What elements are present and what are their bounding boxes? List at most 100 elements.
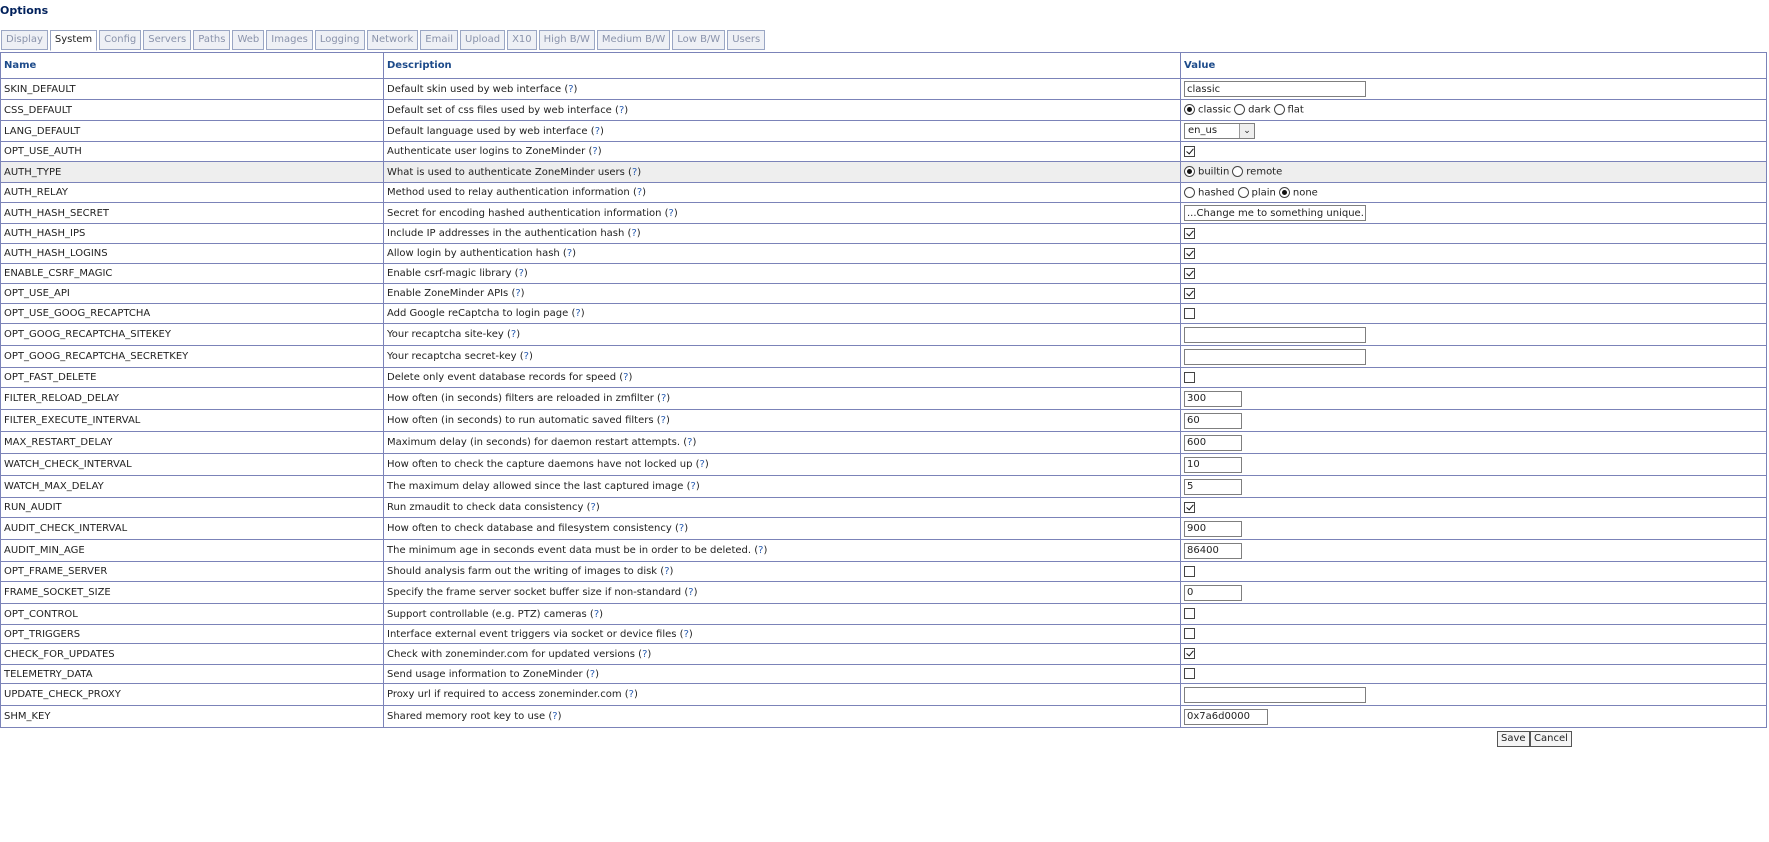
opt-fast-delete-checkbox[interactable] xyxy=(1184,371,1195,383)
help-link[interactable]: ? xyxy=(687,437,692,448)
help-link[interactable]: ? xyxy=(594,609,599,620)
tab-servers[interactable]: Servers xyxy=(143,30,192,50)
help-link[interactable]: ? xyxy=(688,587,693,598)
opt-goog-recaptcha-secretkey-input[interactable] xyxy=(1184,348,1366,365)
help-link[interactable]: ? xyxy=(684,629,689,640)
tab-medium-b-w[interactable]: Medium B/W xyxy=(596,30,671,50)
radio-label: flat xyxy=(1287,104,1304,116)
option-description: How often (in seconds) to run automatic … xyxy=(383,409,1181,432)
help-link[interactable]: ? xyxy=(629,689,634,700)
help-link[interactable]: ? xyxy=(669,208,674,219)
radio-label: remote xyxy=(1246,166,1283,178)
tab-upload[interactable]: Upload xyxy=(460,30,506,50)
opt-use-auth-checkbox[interactable] xyxy=(1184,145,1195,157)
save-button[interactable]: Save xyxy=(1497,731,1530,747)
cancel-button[interactable]: Cancel xyxy=(1530,731,1572,747)
opt-triggers-checkbox[interactable] xyxy=(1184,628,1195,640)
tab-users[interactable]: Users xyxy=(727,30,766,50)
radio-button[interactable] xyxy=(1184,104,1195,116)
radio-button[interactable] xyxy=(1278,186,1290,198)
watch-check-interval-input[interactable] xyxy=(1184,456,1242,473)
radio-option-flat[interactable]: flat xyxy=(1273,104,1304,116)
auth-hash-logins-checkbox[interactable] xyxy=(1184,247,1195,259)
help-link[interactable]: ? xyxy=(619,105,624,116)
help-link[interactable]: ? xyxy=(664,566,669,577)
help-link[interactable]: ? xyxy=(758,545,763,556)
tab-email[interactable]: Email xyxy=(420,30,459,50)
help-link[interactable]: ? xyxy=(511,329,516,340)
skin-default-input[interactable] xyxy=(1184,81,1366,97)
help-link[interactable]: ? xyxy=(519,268,524,279)
radio-button[interactable] xyxy=(1184,166,1195,178)
help-link[interactable]: ? xyxy=(632,167,637,178)
radio-button[interactable] xyxy=(1184,186,1195,198)
opt-frame-server-checkbox[interactable] xyxy=(1184,565,1195,577)
language-select[interactable]: en_us ⌄ xyxy=(1184,123,1255,139)
radio-option-hashed[interactable]: hashed xyxy=(1184,186,1235,198)
help-link[interactable]: ? xyxy=(568,84,573,95)
help-link[interactable]: ? xyxy=(623,372,628,383)
help-link[interactable]: ? xyxy=(642,649,647,660)
help-link[interactable]: ? xyxy=(552,711,557,722)
radio-button[interactable] xyxy=(1273,104,1285,116)
tab-x10[interactable]: X10 xyxy=(507,30,537,50)
max-restart-delay-input[interactable] xyxy=(1184,434,1242,451)
help-link[interactable]: ? xyxy=(591,502,596,513)
opt-goog-recaptcha-sitekey-input[interactable] xyxy=(1184,326,1366,343)
tab-display[interactable]: Display xyxy=(1,30,48,50)
filter-execute-interval-input[interactable] xyxy=(1184,412,1242,429)
check-for-updates-checkbox[interactable] xyxy=(1184,648,1195,660)
audit-check-interval-input[interactable] xyxy=(1184,520,1242,537)
tab-system[interactable]: System xyxy=(49,30,98,51)
opt-use-goog-recaptcha-checkbox[interactable] xyxy=(1184,307,1195,319)
tab-web[interactable]: Web xyxy=(232,30,265,50)
tab-config[interactable]: Config xyxy=(99,30,142,50)
radio-button[interactable] xyxy=(1234,104,1246,116)
help-link[interactable]: ? xyxy=(595,126,600,137)
help-link[interactable]: ? xyxy=(637,187,642,198)
tab-images[interactable]: Images xyxy=(266,30,313,50)
help-link[interactable]: ? xyxy=(590,669,595,680)
help-link[interactable]: ? xyxy=(592,146,597,157)
description-text: Add Google reCaptcha to login page xyxy=(387,308,569,319)
chevron-down-icon[interactable]: ⌄ xyxy=(1239,124,1254,138)
help-link[interactable]: ? xyxy=(575,308,580,319)
description-text: Default language used by web interface xyxy=(387,125,588,137)
frame-socket-size-input[interactable] xyxy=(1184,584,1242,601)
radio-option-builtin[interactable]: builtin xyxy=(1184,166,1229,178)
radio-option-classic[interactable]: classic xyxy=(1184,104,1231,116)
audit-min-age-input[interactable] xyxy=(1184,542,1242,559)
tab-low-b-w[interactable]: Low B/W xyxy=(672,30,726,50)
radio-option-none[interactable]: none xyxy=(1278,186,1318,198)
opt-use-api-checkbox[interactable] xyxy=(1184,287,1195,299)
help-link[interactable]: ? xyxy=(679,523,684,534)
help-link[interactable]: ? xyxy=(515,288,520,299)
help-link[interactable]: ? xyxy=(567,248,572,259)
opt-control-checkbox[interactable] xyxy=(1184,608,1195,620)
telemetry-data-checkbox[interactable] xyxy=(1184,668,1195,680)
auth-hash-secret-input[interactable] xyxy=(1184,205,1366,221)
radio-button[interactable] xyxy=(1232,166,1244,178)
shm-key-input[interactable] xyxy=(1184,708,1268,725)
tab-paths[interactable]: Paths xyxy=(193,30,231,50)
option-name: OPT_USE_API xyxy=(0,283,384,304)
help-link[interactable]: ? xyxy=(524,351,529,362)
filter-reload-delay-input[interactable] xyxy=(1184,390,1242,407)
auth-hash-ips-checkbox[interactable] xyxy=(1184,227,1195,239)
watch-max-delay-input[interactable] xyxy=(1184,478,1242,495)
radio-option-plain[interactable]: plain xyxy=(1237,186,1276,198)
tab-high-b-w[interactable]: High B/W xyxy=(538,30,595,50)
tab-network[interactable]: Network xyxy=(366,30,419,50)
update-check-proxy-input[interactable] xyxy=(1184,686,1366,703)
radio-option-remote[interactable]: remote xyxy=(1232,166,1282,178)
help-link[interactable]: ? xyxy=(661,393,666,404)
help-link[interactable]: ? xyxy=(700,459,705,470)
enable-csrf-magic-checkbox[interactable] xyxy=(1184,267,1195,279)
radio-option-dark[interactable]: dark xyxy=(1234,104,1271,116)
help-link[interactable]: ? xyxy=(691,481,696,492)
run-audit-checkbox[interactable] xyxy=(1184,501,1195,513)
help-link[interactable]: ? xyxy=(661,415,666,426)
radio-button[interactable] xyxy=(1237,186,1249,198)
help-link[interactable]: ? xyxy=(631,228,636,239)
tab-logging[interactable]: Logging xyxy=(314,30,365,50)
